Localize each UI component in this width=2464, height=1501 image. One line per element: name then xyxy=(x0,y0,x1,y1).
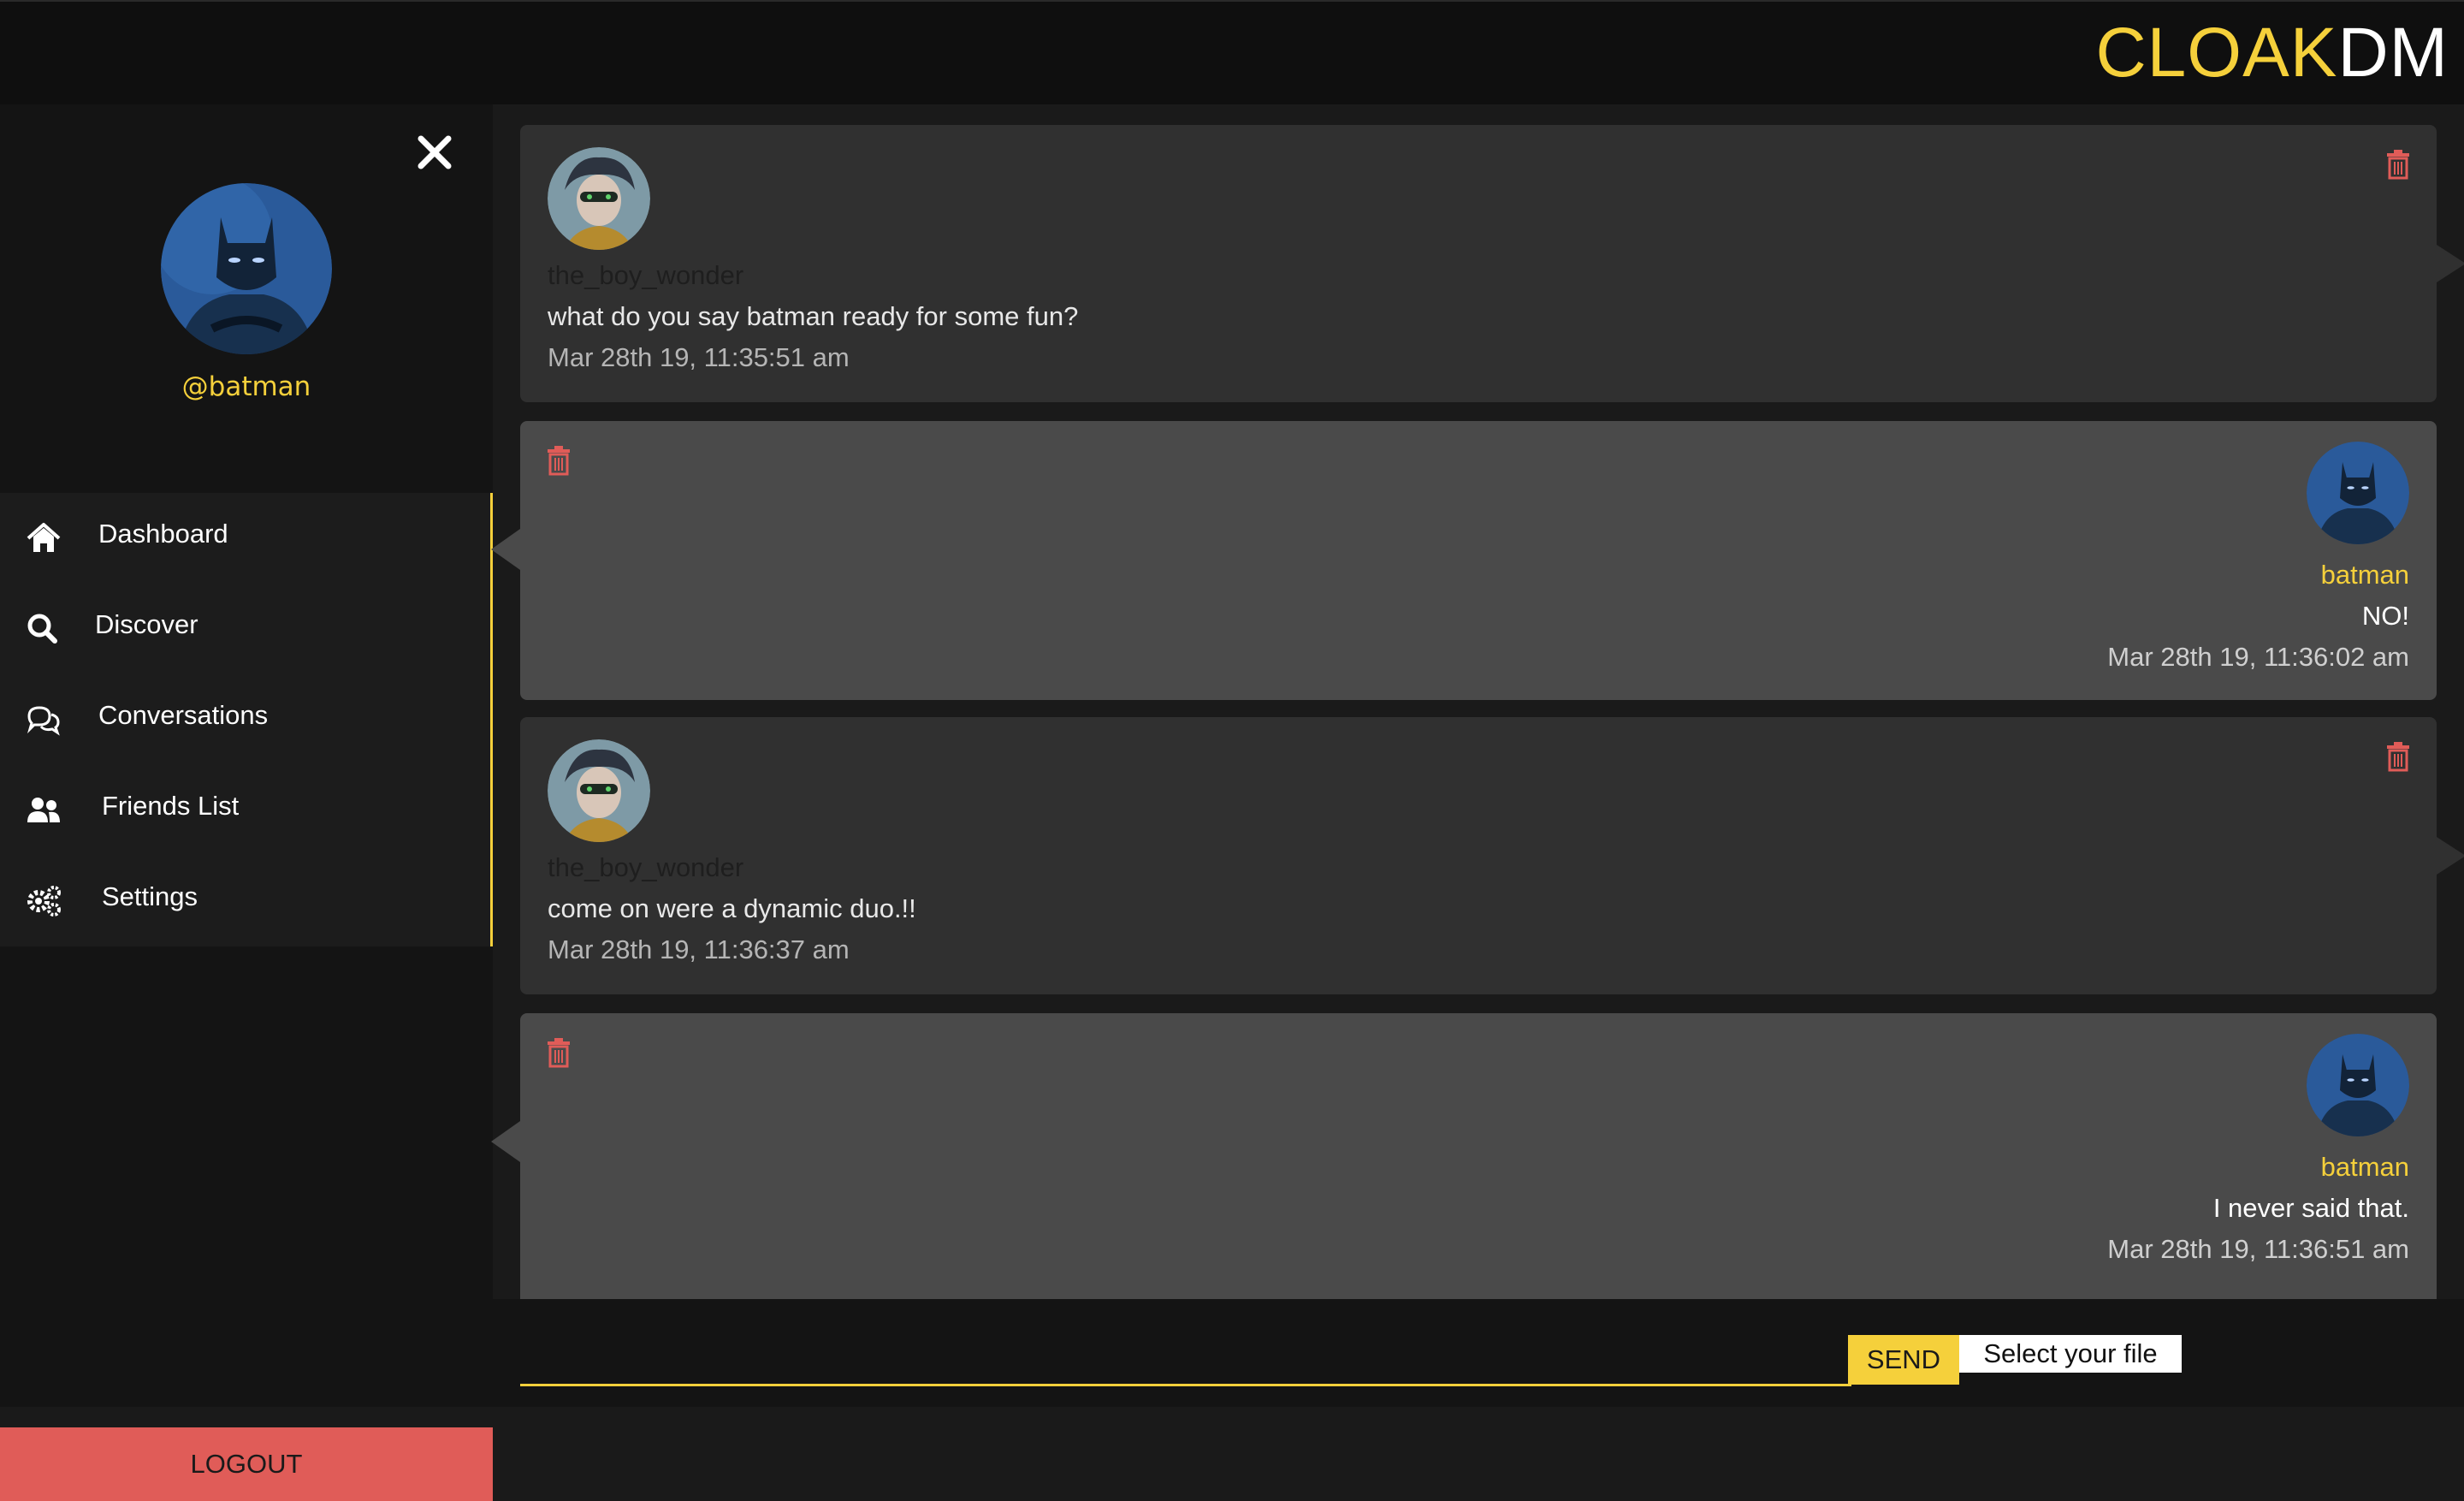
message-item: the_boy_wonder what do you say batman re… xyxy=(520,125,2464,402)
trash-icon xyxy=(2387,742,2409,772)
brand-logo-part2: DM xyxy=(2337,14,2449,92)
sidebar-item-label: Conversations xyxy=(98,700,269,730)
message-timestamp: Mar 28th 19, 11:36:02 am xyxy=(2107,642,2409,672)
message-sender: the_boy_wonder xyxy=(548,852,744,882)
message-timestamp: Mar 28th 19, 11:35:51 am xyxy=(548,342,850,372)
delete-message-button[interactable] xyxy=(2385,149,2411,180)
brand-logo[interactable]: CLOAKDM xyxy=(2095,10,2449,96)
search-icon xyxy=(27,614,57,644)
trash-icon xyxy=(548,1038,570,1068)
message-item: batman NO! Mar 28th 19, 11:36:02 am xyxy=(491,421,2437,700)
message-sender: batman xyxy=(2320,560,2409,590)
message-timestamp: Mar 28th 19, 11:36:37 am xyxy=(548,934,850,964)
delete-message-button[interactable] xyxy=(2385,741,2411,772)
sidebar-item-conversations[interactable]: Conversations xyxy=(0,674,490,765)
message-text: come on were a dynamic duo.!! xyxy=(548,893,916,923)
top-bar: CLOAKDM xyxy=(0,0,2464,104)
message-text: I never said that. xyxy=(2212,1193,2409,1223)
profile-avatar[interactable] xyxy=(161,183,332,354)
message-text: what do you say batman ready for some fu… xyxy=(548,301,1079,331)
message-timestamp: Mar 28th 19, 11:36:51 am xyxy=(2107,1234,2409,1264)
sender-avatar[interactable] xyxy=(2307,442,2409,544)
gears-icon xyxy=(27,886,61,917)
sidebar: @batman Dashboard Discover Conversations xyxy=(0,104,493,1501)
sidebar-item-dashboard[interactable]: Dashboard xyxy=(0,493,490,584)
message-sender: the_boy_wonder xyxy=(548,260,744,290)
delete-message-button[interactable] xyxy=(546,1037,572,1068)
chat-bubbles-icon xyxy=(27,706,60,736)
batman-avatar-image xyxy=(161,183,332,354)
message-text: NO! xyxy=(2361,601,2409,631)
sidebar-item-label: Dashboard xyxy=(98,519,228,549)
sidebar-item-settings[interactable]: Settings xyxy=(0,856,490,946)
delete-message-button[interactable] xyxy=(546,445,572,476)
user-handle: @batman xyxy=(181,371,311,402)
close-sidebar-button[interactable] xyxy=(412,130,457,175)
logout-button[interactable]: LOGOUT xyxy=(0,1427,493,1501)
conversation-panel[interactable]: the_boy_wonder what do you say batman re… xyxy=(491,104,2464,1299)
sidebar-item-label: Discover xyxy=(95,609,198,639)
sidebar-item-discover[interactable]: Discover xyxy=(0,584,490,674)
batman-avatar-image xyxy=(2307,442,2409,544)
sender-avatar[interactable] xyxy=(548,147,650,250)
send-button[interactable]: SEND xyxy=(1848,1335,1959,1385)
robin-avatar-image xyxy=(548,739,650,842)
sender-avatar[interactable] xyxy=(548,739,650,842)
message-composer: SEND Select your file xyxy=(493,1299,2464,1407)
batman-avatar-image xyxy=(2307,1034,2409,1136)
users-icon xyxy=(27,798,60,822)
sidebar-item-label: Settings xyxy=(102,881,198,911)
message-item: the_boy_wonder come on were a dynamic du… xyxy=(520,717,2464,994)
sidebar-item-friends-list[interactable]: Friends List xyxy=(0,765,490,856)
message-item: batman I never said that. Mar 28th 19, 1… xyxy=(491,1013,2437,1299)
sidebar-item-label: Friends List xyxy=(102,791,240,821)
robin-avatar-image xyxy=(548,147,650,250)
sender-avatar[interactable] xyxy=(2307,1034,2409,1136)
message-sender: batman xyxy=(2320,1152,2409,1182)
file-select-button[interactable]: Select your file xyxy=(1959,1335,2182,1373)
message-input[interactable] xyxy=(520,1335,1851,1386)
trash-icon xyxy=(548,446,570,476)
close-icon xyxy=(418,135,452,169)
home-icon xyxy=(27,523,61,552)
trash-icon xyxy=(2387,150,2409,180)
brand-logo-part1: CLOAK xyxy=(2095,14,2338,92)
sidebar-nav: Dashboard Discover Conversations Friends… xyxy=(0,493,493,946)
